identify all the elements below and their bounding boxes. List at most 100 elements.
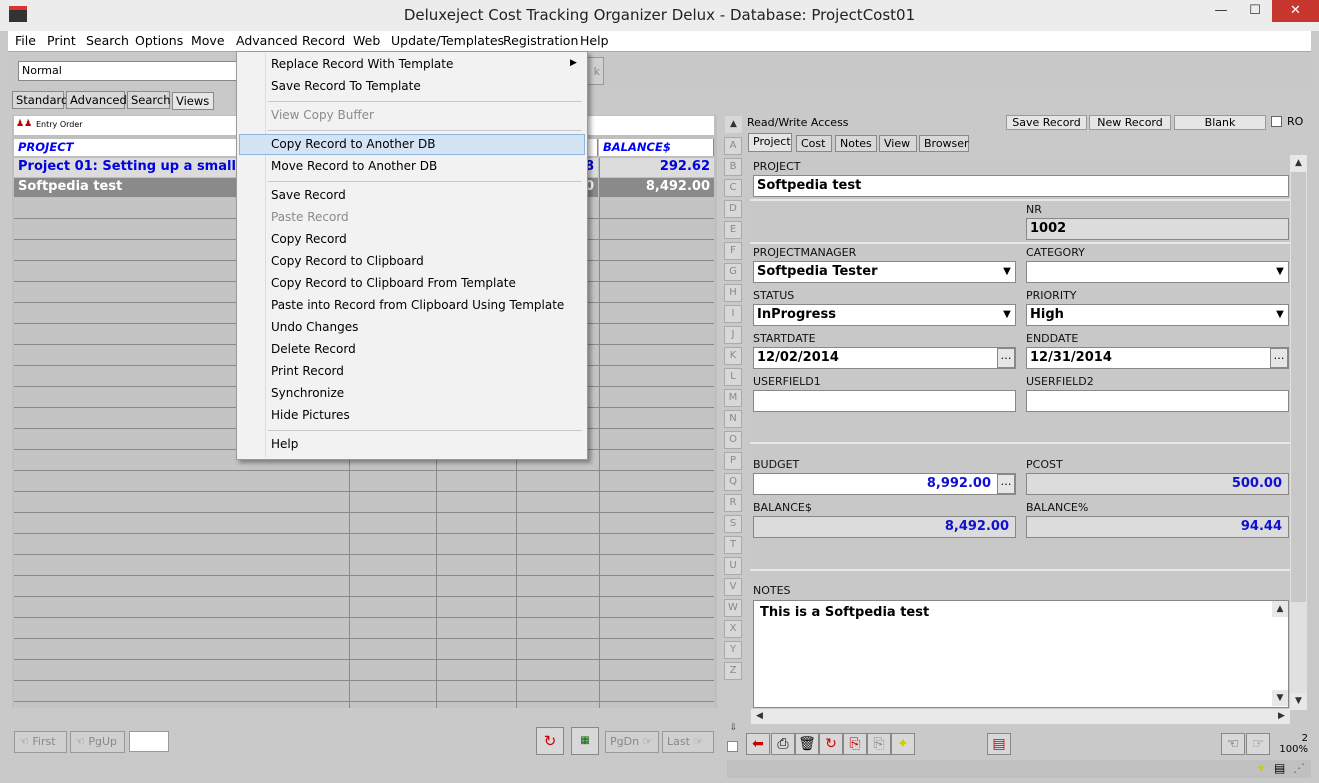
column-header-balance[interactable]: BALANCE$ [599,139,714,156]
alpha-button-e[interactable]: E [724,221,742,239]
menu-item-replace-with-template[interactable]: Replace Record With Template [271,57,453,77]
scroll-up-icon[interactable]: ▲ [1290,155,1307,172]
menu-item-save-record[interactable]: Save Record [271,188,346,208]
userfield1-field[interactable] [753,390,1016,412]
tab-standard[interactable]: Standard [12,91,68,109]
menu-item-print-record[interactable]: Print Record [271,364,344,384]
tab-project[interactable]: Project [748,133,792,152]
scroll-down-icon[interactable]: ▼ [1290,693,1307,710]
alpha-button-o[interactable]: O [724,431,742,449]
chevron-down-icon[interactable]: ▼ [999,263,1015,281]
save-db-icon[interactable]: ▤ [987,733,1011,755]
chevron-down-icon[interactable]: ▼ [1272,306,1288,324]
menu-item-hide-pictures[interactable]: Hide Pictures [271,408,350,428]
alpha-button-q[interactable]: Q [724,473,742,491]
pgup-button[interactable]: ☜ PgUp [70,731,125,753]
alpha-button-c[interactable]: C [724,179,742,197]
alpha-button-v[interactable]: V [724,578,742,596]
tab-search[interactable]: Search [127,91,171,109]
alpha-button-n[interactable]: N [724,410,742,428]
scroll-right-icon[interactable]: ▶ [1273,709,1290,724]
menu-options[interactable]: Options [135,33,183,48]
menu-advanced[interactable]: Advanced [236,33,298,48]
alpha-down-icon[interactable]: ⇩ [725,720,742,737]
new-record-button[interactable]: New Record [1089,115,1171,130]
copy-record-icon[interactable]: ⎘ [843,733,867,755]
alpha-button-z[interactable]: Z [724,662,742,680]
menu-registration[interactable]: Registration [503,33,578,48]
status-select[interactable]: InProgress [753,304,1016,326]
alpha-button-f[interactable]: F [724,242,742,260]
refresh-icon[interactable]: ↻ [819,733,843,755]
alpha-button-x[interactable]: X [724,620,742,638]
menu-item-delete-record[interactable]: Delete Record [271,342,356,362]
tab-notes[interactable]: Notes [835,135,877,152]
save-record-button[interactable]: Save Record [1006,115,1087,130]
lightbulb-icon[interactable]: ✦ [891,733,915,755]
menu-item-paste-from-clipboard-template[interactable]: Paste into Record from Clipboard Using T… [271,298,564,318]
menu-item-synchronize[interactable]: Synchronize [271,386,344,406]
pgdn-button[interactable]: PgDn ☞ [605,731,659,753]
chevron-down-icon[interactable]: ▼ [1272,263,1288,281]
startdate-field[interactable]: 12/02/2014 [753,347,1016,369]
tab-view[interactable]: View [879,135,917,152]
back-arrow-icon[interactable]: ⬅ [746,733,770,755]
chevron-down-icon[interactable]: ▼ [999,306,1015,324]
scroll-down-icon[interactable]: ▼ [1272,690,1288,706]
menu-item-copy-record[interactable]: Copy Record [271,232,347,252]
alpha-button-s[interactable]: S [724,515,742,533]
menu-item-copy-to-clipboard-template[interactable]: Copy Record to Clipboard From Template [271,276,516,296]
tab-views[interactable]: Views [172,92,214,110]
menu-item-copy-to-clipboard[interactable]: Copy Record to Clipboard [271,254,424,274]
alpha-button-d[interactable]: D [724,200,742,218]
prev-record-icon[interactable]: ☜ [1221,733,1245,755]
alpha-button-j[interactable]: J [724,326,742,344]
menu-record[interactable]: Record [302,33,345,48]
alpha-button-l[interactable]: L [724,368,742,386]
menu-web[interactable]: Web [353,33,380,48]
menu-item-paste-record[interactable]: Paste Record [271,210,349,230]
alpha-button-u[interactable]: U [724,557,742,575]
alpha-button-k[interactable]: K [724,347,742,365]
alpha-button-p[interactable]: P [724,452,742,470]
tab-advanced[interactable]: Advanced [66,91,127,109]
menu-move[interactable]: Move [191,33,225,48]
alpha-checkbox[interactable] [727,741,738,752]
project-field[interactable]: Softpedia test [753,175,1289,197]
refresh-icon[interactable]: ↻ [536,727,564,755]
first-button[interactable]: ☜ First [14,731,67,753]
last-button[interactable]: Last ☞ [662,731,714,753]
priority-select[interactable]: High [1026,304,1289,326]
lightbulb-icon[interactable]: ✦ [1256,761,1270,775]
scroll-up-icon[interactable]: ▲ [1272,601,1288,617]
menu-item-save-to-template[interactable]: Save Record To Template [271,79,421,99]
alpha-button-r[interactable]: R [724,494,742,512]
menu-help[interactable]: Help [580,33,609,48]
form-hscrollbar[interactable] [750,708,1290,725]
trash-icon[interactable]: 🗑 [795,733,819,755]
budget-calc-button[interactable]: … [997,474,1015,494]
scroll-left-icon[interactable]: ◀ [751,709,768,724]
menu-file[interactable]: File [15,33,36,48]
tab-cost[interactable]: Cost [796,135,832,152]
blank-button[interactable]: Blank [1174,115,1266,130]
paste-record-icon[interactable]: ⎘ [867,733,891,755]
menu-search[interactable]: Search [86,33,129,48]
notes-textarea[interactable]: This is a Softpedia test [753,600,1289,708]
menu-item-move-to-another-db[interactable]: Move Record to Another DB [271,159,437,179]
alpha-button-t[interactable]: T [724,536,742,554]
userfield2-field[interactable] [1026,390,1289,412]
close-button[interactable]: ✕ [1272,0,1319,22]
startdate-picker-button[interactable]: … [997,348,1015,368]
alpha-button-g[interactable]: G [724,263,742,281]
menu-print[interactable]: Print [47,33,76,48]
menu-item-undo-changes[interactable]: Undo Changes [271,320,358,340]
page-input[interactable] [129,731,169,752]
pages-icon[interactable]: ▤ [1274,761,1288,775]
alpha-up-icon[interactable]: ▲ [725,116,742,133]
grid-icon[interactable]: ▦ [571,727,599,755]
category-select[interactable] [1026,261,1289,283]
menu-item-view-copy-buffer[interactable]: View Copy Buffer [271,108,374,128]
maximize-button[interactable]: ☐ [1238,0,1272,22]
next-record-icon[interactable]: ☞ [1246,733,1270,755]
